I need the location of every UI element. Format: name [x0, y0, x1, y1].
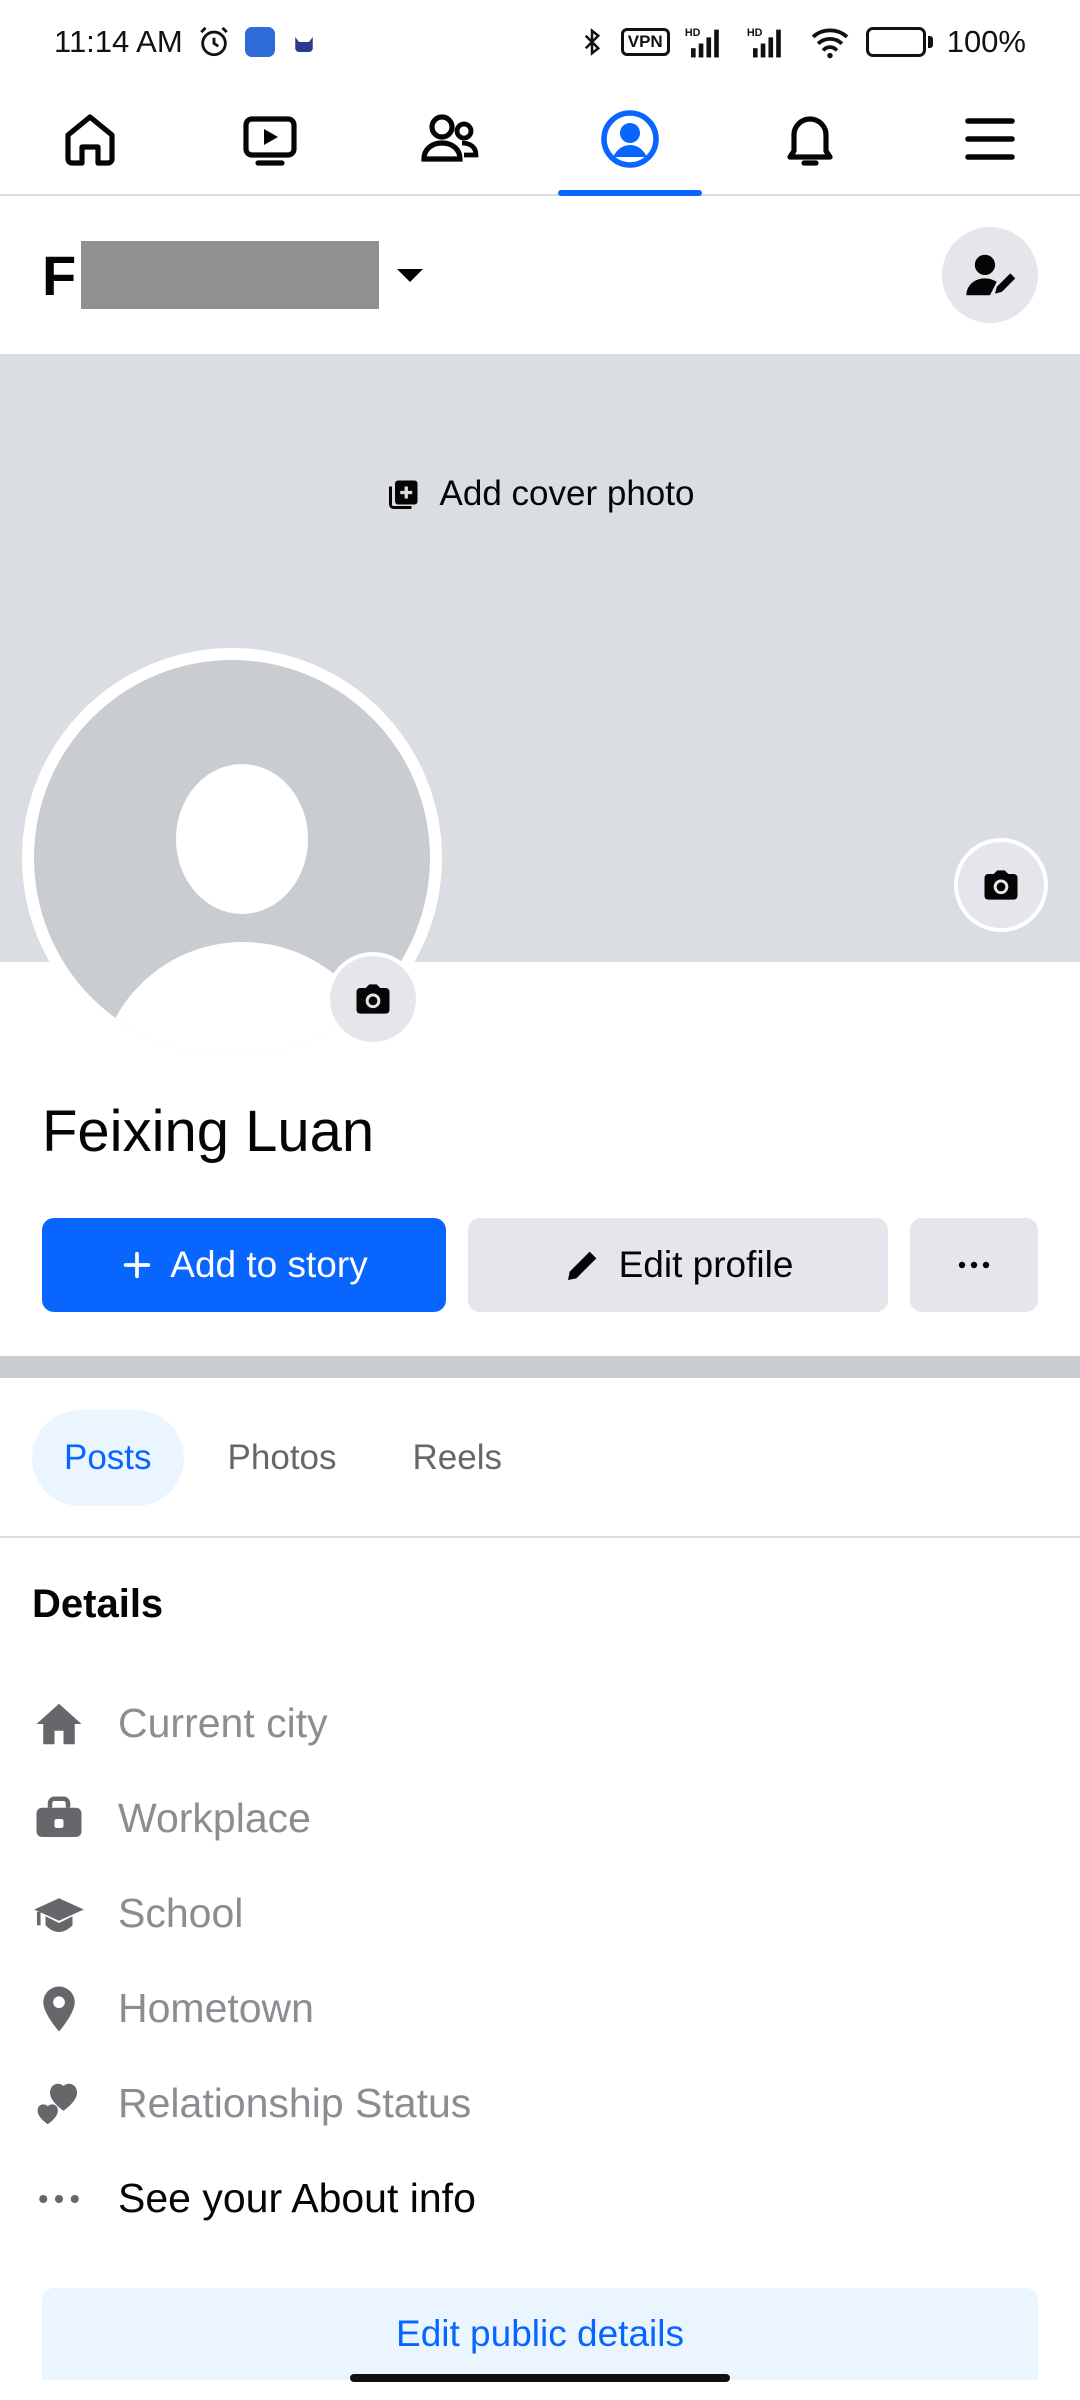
signal-hd-icon-2: HD — [747, 27, 781, 58]
bluetooth-icon — [584, 28, 600, 56]
tab-friends[interactable] — [360, 84, 540, 194]
add-to-story-button[interactable]: Add to story — [42, 1218, 446, 1312]
detail-current-city[interactable]: Current city — [32, 1676, 1032, 1771]
profile-header: F — [0, 196, 1080, 354]
section-divider — [0, 1356, 1080, 1378]
profile-icon — [601, 110, 659, 168]
battery-percent: 100% — [946, 24, 1026, 59]
more-dots-icon — [32, 2172, 86, 2226]
edit-profile-label: Edit profile — [618, 1244, 794, 1285]
app-notification-icon — [244, 27, 275, 57]
menu-icon — [965, 118, 1015, 160]
tab-photos[interactable]: Photos — [196, 1410, 369, 1506]
add-photo-icon — [388, 480, 418, 509]
tab-posts[interactable]: Posts — [32, 1410, 184, 1506]
profile-screen: 11:14 AM VPN HD HD 100% F Add cover phot… — [0, 0, 1080, 2400]
briefcase-icon — [32, 1792, 86, 1846]
more-options-button[interactable] — [910, 1218, 1038, 1312]
profile-name: Feixing Luan — [42, 1099, 375, 1164]
edit-profile-button[interactable]: Edit profile — [468, 1218, 888, 1312]
home-indicator — [350, 2374, 730, 2382]
house-icon — [32, 1697, 86, 1751]
profile-tabs: Posts Photos Reels — [32, 1410, 534, 1506]
wifi-icon — [811, 28, 848, 59]
video-icon — [243, 116, 297, 166]
svg-text:HD: HD — [685, 27, 701, 39]
add-to-story-label: Add to story — [170, 1244, 368, 1285]
redacted-name-block — [81, 241, 380, 309]
detail-school[interactable]: School — [32, 1866, 1032, 1961]
vpn-badge: VPN — [620, 28, 670, 56]
plus-icon — [124, 1251, 151, 1279]
add-cover-photo-button[interactable]: Add cover photo — [0, 474, 1080, 514]
detail-label: Current city — [118, 1700, 328, 1746]
detail-label: Relationship Status — [118, 2080, 472, 2126]
cover-camera-button[interactable] — [954, 838, 1048, 932]
add-cover-label: Add cover photo — [439, 474, 695, 513]
profile-picture-camera-button[interactable] — [326, 952, 420, 1046]
tab-reels[interactable]: Reels — [381, 1410, 534, 1506]
home-icon — [65, 114, 115, 166]
detail-label: School — [118, 1890, 244, 1936]
user-edit-icon — [966, 254, 1016, 296]
tab-video[interactable] — [180, 84, 360, 194]
details-list: Current city Workplace School Hometown R… — [32, 1676, 1032, 2246]
graduation-cap-icon — [32, 1887, 86, 1941]
account-switcher[interactable]: F — [42, 241, 424, 309]
detail-label: See your About info — [118, 2175, 476, 2221]
more-dots-icon — [958, 1261, 990, 1269]
heart-icon — [32, 2077, 86, 2131]
bell-icon — [787, 116, 833, 166]
caret-down-icon — [397, 268, 424, 282]
detail-relationship-status[interactable]: Relationship Status — [32, 2056, 1032, 2151]
detail-label: Workplace — [118, 1795, 311, 1841]
edit-public-details-button[interactable]: Edit public details — [42, 2288, 1038, 2380]
tabs-divider — [0, 1536, 1080, 1538]
tab-profile[interactable] — [540, 84, 720, 196]
svg-text:HD: HD — [747, 27, 763, 39]
camera-icon — [356, 984, 390, 1014]
status-bar: 11:14 AM VPN HD HD 100% — [0, 0, 1080, 84]
detail-hometown[interactable]: Hometown — [32, 1961, 1032, 2056]
tab-home[interactable] — [0, 84, 180, 194]
tab-menu[interactable] — [900, 84, 1080, 194]
tab-notifications[interactable] — [720, 84, 900, 194]
details-heading: Details — [32, 1582, 164, 1626]
profile-actions: Add to story Edit profile — [42, 1218, 1038, 1312]
detail-workplace[interactable]: Workplace — [32, 1771, 1032, 1866]
battery-icon — [865, 27, 933, 57]
edit-user-button[interactable] — [942, 227, 1038, 323]
top-navigation — [0, 84, 1080, 196]
signal-hd-icon-1: HD — [685, 27, 719, 58]
alarm-icon — [199, 26, 228, 57]
detail-see-about-info[interactable]: See your About info — [32, 2151, 1032, 2246]
pencil-icon — [567, 1251, 596, 1280]
camera-icon — [984, 870, 1018, 900]
location-pin-icon — [32, 1982, 86, 2036]
friends-icon — [421, 114, 479, 162]
header-name-initial: F — [42, 243, 78, 307]
detail-label: Hometown — [118, 1985, 314, 2031]
cat-app-icon — [294, 37, 313, 52]
status-time: 11:14 AM — [54, 24, 183, 59]
